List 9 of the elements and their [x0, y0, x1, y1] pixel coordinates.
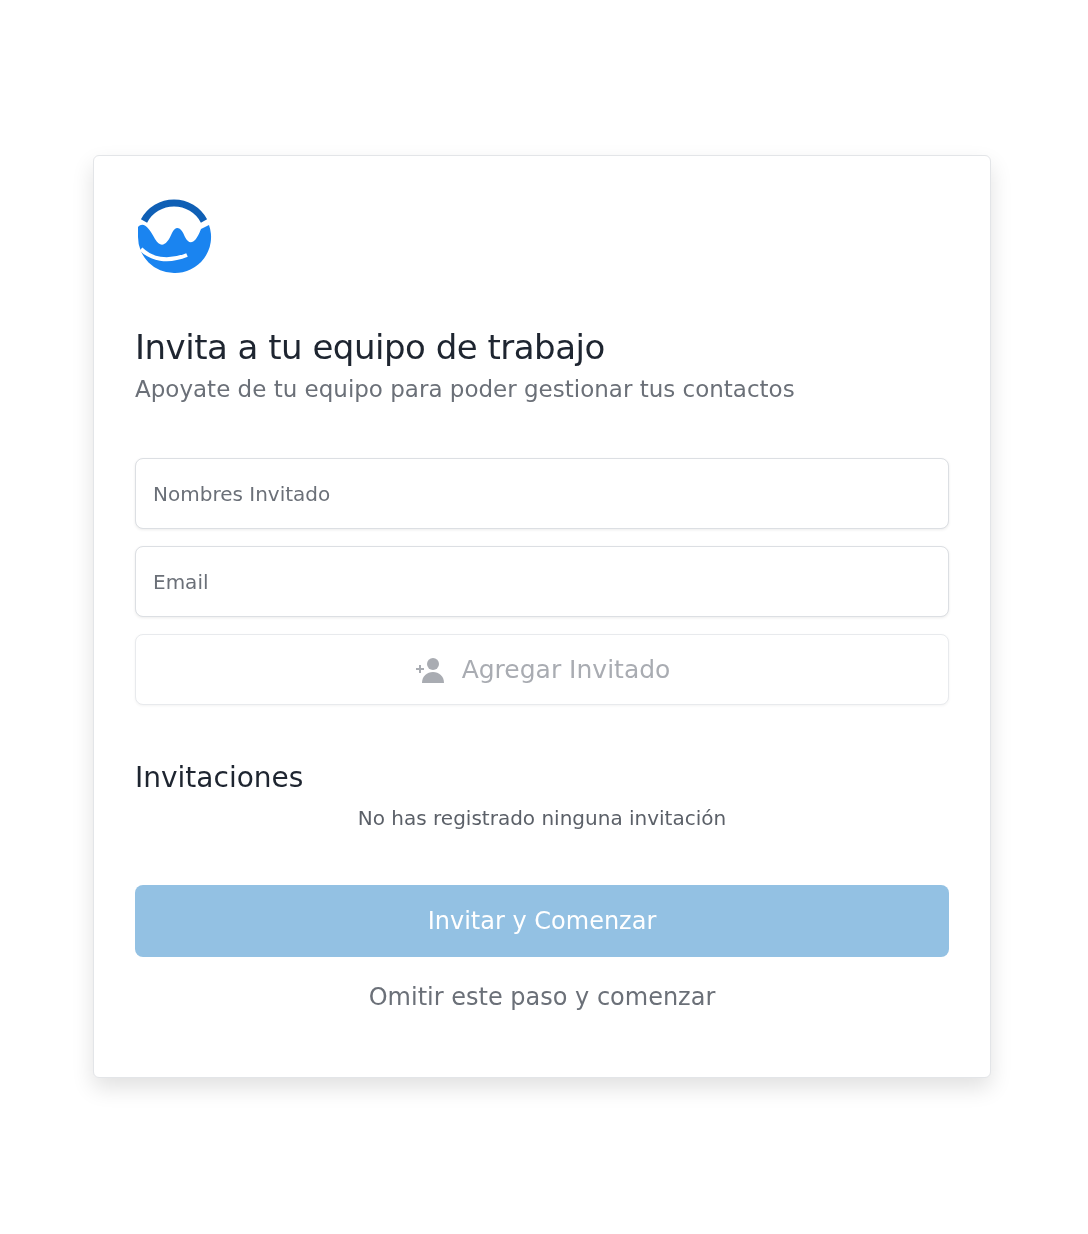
section-heading: Invitaciones [135, 761, 305, 795]
subtitle: Apoyate de tu equipo para poder gestionar tus contactos [135, 374, 796, 404]
logo-icon [135, 197, 213, 275]
empty-message: No has registrado ninguna invitación [356, 804, 728, 832]
page-title: Invita a tu equipo de trabajo [135, 327, 606, 368]
add-person-icon [413, 656, 446, 683]
input-field[interactable]: Nombres Invitado [135, 458, 949, 530]
skip-link[interactable]: Omitir este paso y comenzar [368, 982, 716, 1011]
input-field[interactable]: Email [135, 546, 949, 618]
